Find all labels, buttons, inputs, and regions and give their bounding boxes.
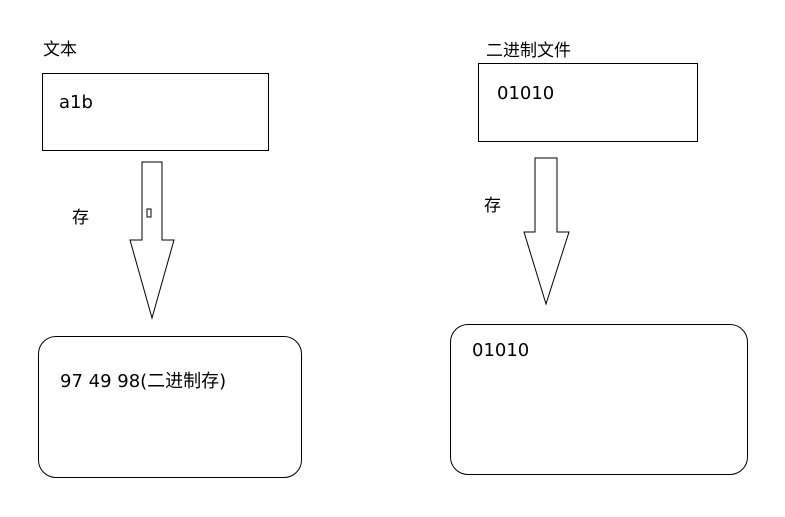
left-source-box: a1b — [42, 73, 269, 151]
right-down-arrow — [523, 157, 570, 306]
text-cursor-marker — [146, 208, 152, 218]
left-result-box: 97 49 98(二进制存) — [38, 336, 302, 478]
right-source-text: 01010 — [497, 83, 555, 104]
right-result-text: 01010 — [472, 340, 530, 361]
left-action-label: 存 — [72, 208, 89, 228]
right-title: 二进制文件 — [486, 41, 571, 61]
left-title: 文本 — [43, 40, 77, 60]
right-source-box: 01010 — [478, 63, 698, 142]
left-source-text: a1b — [59, 92, 93, 113]
right-result-box: 01010 — [450, 324, 748, 475]
right-action-label: 存 — [484, 196, 501, 216]
left-result-text: 97 49 98(二进制存) — [60, 371, 227, 392]
left-down-arrow — [129, 161, 175, 320]
